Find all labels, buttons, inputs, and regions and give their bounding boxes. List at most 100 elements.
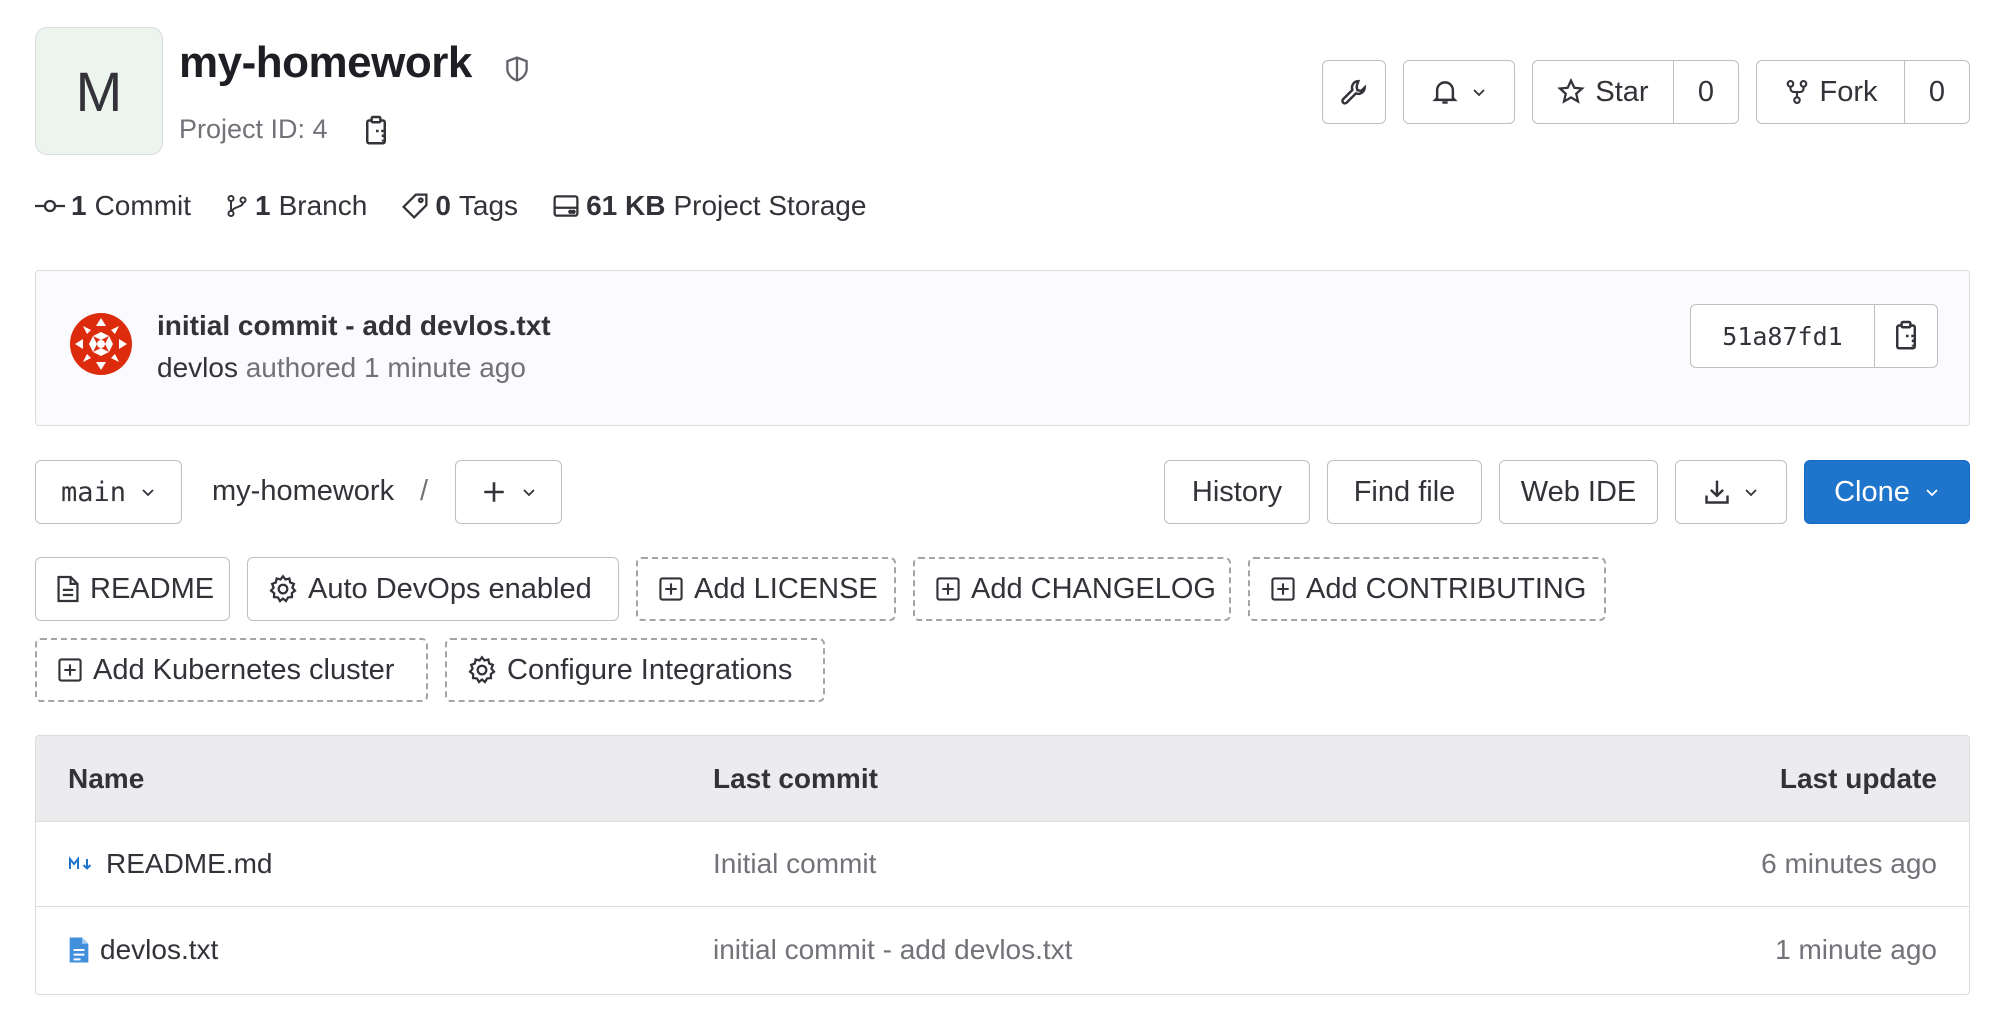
- project-stats: 1 Commit 1 Branch 0 Tags 61 KB Project S…: [35, 186, 900, 226]
- stat-storage-label: Project Storage: [673, 190, 867, 221]
- fork-count[interactable]: 0: [1904, 61, 1969, 123]
- star-button[interactable]: Star: [1533, 61, 1673, 123]
- fork-icon: [1784, 77, 1810, 107]
- copy-sha-button[interactable]: [1875, 305, 1937, 367]
- table-row[interactable]: README.md Initial commit 6 minutes ago: [36, 822, 1969, 907]
- commit-meta: devlos authored 1 minute ago: [157, 352, 526, 384]
- project-avatar-letter: M: [75, 59, 123, 123]
- fork-button-group: Fork 0: [1756, 60, 1970, 124]
- web-ide-button[interactable]: Web IDE: [1499, 460, 1658, 524]
- star-button-group: Star 0: [1532, 60, 1739, 124]
- add-kubernetes-label: Add Kubernetes cluster: [93, 653, 395, 686]
- auto-devops-label: Auto DevOps enabled: [308, 572, 592, 605]
- stat-tags[interactable]: 0 Tags: [401, 190, 518, 222]
- file-last-commit[interactable]: initial commit - add devlos.txt: [713, 907, 1072, 992]
- download-icon: [1703, 478, 1731, 506]
- stat-tags-count: 0: [435, 190, 451, 221]
- text-file-icon: [68, 936, 90, 964]
- chevron-down-icon: [1743, 484, 1759, 500]
- add-changelog-button[interactable]: Add CHANGELOG: [913, 557, 1231, 621]
- file-icon: [56, 574, 80, 604]
- clone-button[interactable]: Clone: [1804, 460, 1970, 524]
- find-file-button[interactable]: Find file: [1327, 460, 1482, 524]
- stat-branches[interactable]: 1 Branch: [225, 190, 367, 222]
- last-commit-panel: [35, 270, 1970, 426]
- commit-sha-group: 51a87fd1: [1690, 304, 1938, 368]
- settings-icon: [268, 574, 298, 604]
- stat-commits[interactable]: 1 Commit: [35, 190, 191, 222]
- chevron-down-icon: [1924, 484, 1940, 500]
- chevron-down-icon: [1471, 84, 1487, 100]
- project-title[interactable]: my-homework: [179, 38, 472, 88]
- notifications-button[interactable]: [1403, 60, 1515, 124]
- stat-branches-label: Branch: [278, 190, 368, 221]
- star-count[interactable]: 0: [1673, 61, 1738, 123]
- table-header: Name Last commit Last update: [36, 736, 1969, 822]
- file-last-commit[interactable]: Initial commit: [713, 822, 876, 906]
- commit-author[interactable]: devlos: [157, 352, 238, 383]
- project-id: Project ID: 4: [179, 114, 328, 144]
- tag-icon: [401, 192, 429, 220]
- commit-sha[interactable]: 51a87fd1: [1691, 305, 1875, 367]
- plus-square-icon: [658, 576, 684, 602]
- add-contributing-button[interactable]: Add CONTRIBUTING: [1248, 557, 1606, 621]
- star-label: Star: [1595, 75, 1649, 108]
- add-changelog-label: Add CHANGELOG: [971, 572, 1216, 605]
- download-button[interactable]: [1675, 460, 1787, 524]
- file-name[interactable]: README.md: [106, 848, 272, 880]
- column-header-name: Name: [68, 762, 145, 794]
- copy-id-icon[interactable]: [362, 115, 390, 147]
- history-button[interactable]: History: [1164, 460, 1310, 524]
- clipboard-icon: [1892, 320, 1920, 352]
- markdown-icon: [68, 856, 96, 872]
- file-tree-table: Name Last commit Last update README.md I…: [35, 735, 1970, 995]
- stat-tags-label: Tags: [458, 190, 519, 221]
- fork-button[interactable]: Fork: [1757, 61, 1904, 123]
- readme-button[interactable]: README: [35, 557, 230, 621]
- branch-name: main: [60, 476, 127, 508]
- breadcrumb-project[interactable]: my-homework: [212, 475, 394, 508]
- column-header-last-update: Last update: [1779, 762, 1937, 794]
- plus-square-icon: [1270, 576, 1296, 602]
- stat-commits-label: Commit: [94, 190, 192, 221]
- column-header-last-commit: Last commit: [713, 762, 878, 794]
- chevron-down-icon: [521, 484, 537, 500]
- stat-commits-count: 1: [71, 190, 87, 221]
- add-contributing-label: Add CONTRIBUTING: [1306, 572, 1587, 605]
- project-avatar: M: [35, 27, 163, 155]
- file-last-update: 1 minute ago: [1775, 933, 1937, 965]
- bell-icon: [1431, 77, 1459, 107]
- fork-label: Fork: [1819, 75, 1878, 108]
- add-kubernetes-button[interactable]: Add Kubernetes cluster: [35, 638, 428, 702]
- commit-authored-time: authored 1 minute ago: [245, 352, 526, 383]
- plus-square-icon: [935, 576, 961, 602]
- stat-branches-count: 1: [255, 190, 271, 221]
- stat-storage-count: 61 KB: [586, 190, 666, 221]
- add-license-button[interactable]: Add LICENSE: [636, 557, 896, 621]
- table-row[interactable]: devlos.txt initial commit - add devlos.t…: [36, 907, 1969, 992]
- file-name-cell: devlos.txt: [68, 907, 218, 992]
- chevron-down-icon: [140, 484, 156, 500]
- clone-label: Clone: [1834, 475, 1910, 508]
- author-avatar-icon[interactable]: [69, 312, 133, 376]
- add-to-tree-button[interactable]: [455, 460, 562, 524]
- file-name-cell: README.md: [68, 822, 272, 906]
- branch-selector[interactable]: main: [35, 460, 182, 524]
- file-name[interactable]: devlos.txt: [100, 934, 218, 966]
- auto-devops-button[interactable]: Auto DevOps enabled: [247, 557, 619, 621]
- file-last-update: 6 minutes ago: [1761, 848, 1937, 879]
- stat-storage[interactable]: 61 KB Project Storage: [552, 190, 866, 222]
- star-icon: [1557, 78, 1586, 106]
- plus-square-icon: [57, 657, 83, 683]
- storage-icon: [552, 193, 580, 219]
- configure-integrations-button[interactable]: Configure Integrations: [445, 638, 825, 702]
- commit-icon: [35, 196, 65, 216]
- commit-message[interactable]: initial commit - add devlos.txt: [157, 310, 551, 342]
- settings-wrench-button[interactable]: [1322, 60, 1386, 124]
- breadcrumb-separator: /: [420, 475, 429, 507]
- shield-icon: [503, 54, 531, 84]
- configure-integrations-label: Configure Integrations: [507, 653, 793, 686]
- readme-label: README: [90, 572, 215, 605]
- wrench-icon: [1340, 78, 1368, 106]
- plus-icon: [481, 479, 507, 505]
